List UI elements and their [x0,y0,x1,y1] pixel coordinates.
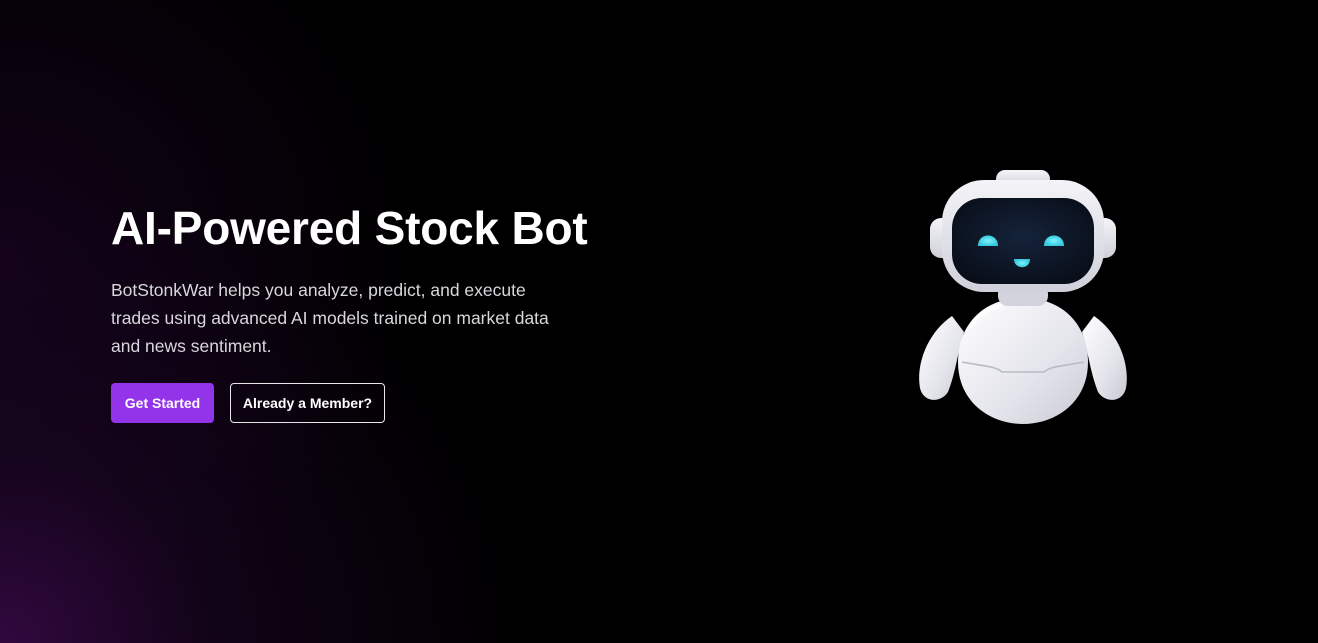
robot-screen [952,198,1094,284]
robot-body [958,298,1088,424]
hero-title: AI-Powered Stock Bot [111,202,588,254]
robot-right-arm [1082,316,1127,400]
get-started-button[interactable]: Get Started [111,383,214,423]
robot-head [942,180,1104,292]
robot-mascot-icon [919,170,1127,424]
hero-description: BotStonkWar helps you analyze, predict, … [111,280,549,356]
hero-actions: Get Started Already a Member? [111,383,671,423]
already-member-button[interactable]: Already a Member? [230,383,385,423]
hero-section: AI-Powered Stock Bot BotStonkWar helps y… [111,198,671,423]
robot-left-arm [919,316,964,400]
